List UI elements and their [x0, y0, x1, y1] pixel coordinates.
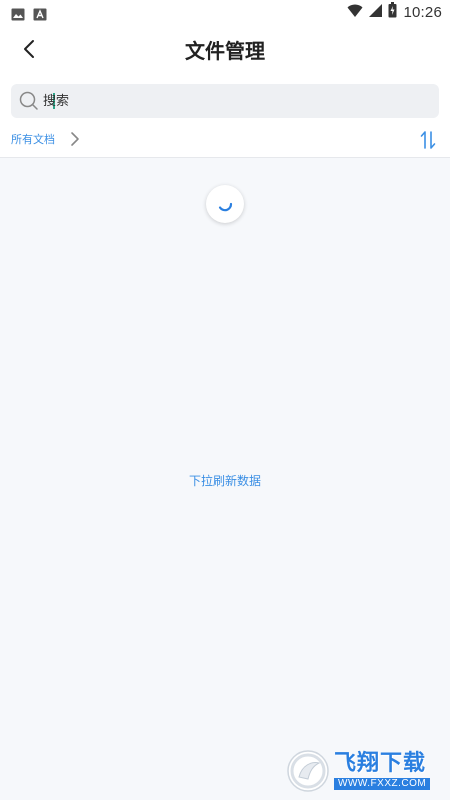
search-area: [0, 74, 450, 124]
battery-icon: [388, 2, 397, 22]
pull-to-refresh-message: 下拉刷新数据: [188, 474, 261, 488]
chevron-right-icon: [71, 132, 79, 146]
breadcrumb: 所有文档: [0, 124, 450, 158]
watermark-logo-icon: [287, 750, 329, 792]
app-header: 文件管理: [0, 24, 450, 74]
spinner-icon: [218, 202, 233, 212]
watermark: 飞翔下载 WWW.FXXZ.COM: [286, 748, 442, 794]
status-notifications: [11, 4, 47, 20]
loading-spinner: [206, 185, 244, 223]
sort-arrows-icon[interactable]: [418, 129, 438, 151]
status-system: 10:26: [347, 2, 442, 22]
signal-icon: [369, 3, 383, 22]
image-icon: [11, 6, 25, 20]
status-bar: 10:26: [0, 0, 450, 24]
search-box[interactable]: [11, 84, 439, 118]
watermark-brand: 飞翔下载: [334, 750, 427, 776]
wifi-icon: [347, 3, 363, 22]
text-a-icon: [33, 6, 47, 20]
watermark-text: 飞翔下载 WWW.FXXZ.COM: [334, 750, 431, 790]
breadcrumb-item-all-documents[interactable]: 所有文档: [11, 131, 55, 147]
page-title: 文件管理: [185, 39, 265, 63]
file-list-area[interactable]: 下拉刷新数据: [0, 159, 450, 800]
status-time: 10:26: [403, 3, 442, 21]
search-icon: [19, 91, 38, 110]
search-input[interactable]: [41, 84, 421, 118]
file-manager-screen: 10:26 文件管理 所有文档: [0, 0, 450, 800]
watermark-url: WWW.FXXZ.COM: [334, 777, 431, 790]
